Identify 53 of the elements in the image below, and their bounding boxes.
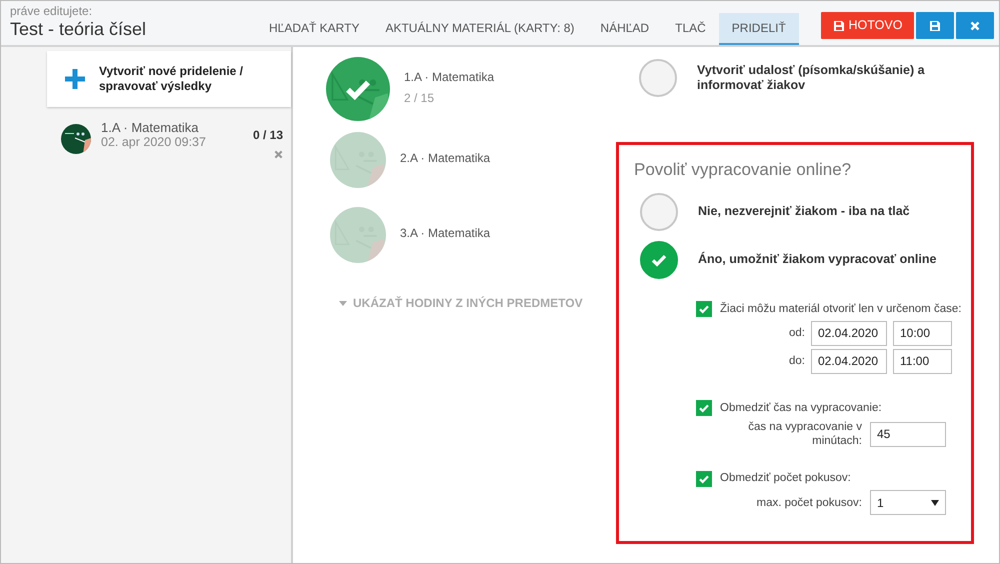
radio-button[interactable] [640, 240, 678, 278]
field-label: do: [789, 354, 805, 368]
save-icon [832, 20, 845, 32]
time-field[interactable]: 10:00 [893, 320, 952, 346]
attempts-dropdown[interactable]: 1 [870, 490, 946, 516]
class-name[interactable]: 1.A · Matematika [404, 70, 494, 84]
caret-icon [339, 300, 347, 306]
checkbox[interactable] [696, 301, 712, 318]
tab[interactable]: HĽADAŤ KARTY [256, 13, 372, 45]
plus-icon [65, 69, 85, 89]
assignment-name: 1.A · Matematika [101, 121, 200, 135]
close-icon [970, 20, 980, 30]
tab[interactable]: AKTUÁLNY MATERIÁL (KARTY: 8) [372, 13, 588, 45]
field-label: od: [789, 326, 805, 340]
setting-label: Obmedziť čas na vypracovanie: [720, 400, 882, 416]
class-name[interactable]: 3.A · Matematika [400, 226, 490, 240]
save-icon [929, 20, 941, 32]
panel-title: Povoliť vypracovanie online? [634, 159, 852, 181]
tab[interactable]: TLAČ [662, 13, 719, 45]
check-icon [698, 303, 710, 316]
create-assignment-card[interactable]: Vytvoriť nové pridelenie / spravovať výsledky [47, 51, 291, 107]
tab[interactable]: PRIDELIŤ [718, 13, 799, 45]
class-count: 2 / 15 [404, 90, 436, 107]
done-button[interactable]: HOTOVO [821, 12, 914, 39]
radio-button[interactable] [639, 59, 677, 97]
assignment-count: 0 / 13 [252, 127, 283, 144]
assignment-date: 02. apr 2020 09:37 [101, 135, 207, 149]
minutes-field[interactable]: 45 [870, 422, 946, 446]
time-field[interactable]: 11:00 [893, 348, 952, 374]
setting-label: Obmedziť počet pokusov: [720, 471, 851, 486]
setting-label: Žiaci môžu materiál otvoriť len v určenom čase: [720, 301, 962, 316]
option-label: Nie, nezverejniť žiakom - iba na tlač [698, 203, 910, 220]
field-label: čas na vypracovanie v minútach: [747, 420, 862, 448]
save-button[interactable] [916, 12, 954, 39]
class-name[interactable]: 2.A · Matematika [400, 151, 490, 165]
option-label: Vytvoriť udalosť (písomka/skúšanie) a informovať žiakov [697, 63, 926, 93]
tab[interactable]: NÁHĽAD [587, 13, 662, 45]
checkbox[interactable] [696, 400, 712, 416]
check-icon [698, 402, 710, 414]
document-title: Test - teória čísel [10, 18, 148, 40]
caret-icon [931, 500, 939, 506]
radio-button[interactable] [640, 192, 678, 230]
checkbox[interactable] [696, 470, 712, 487]
option-label: Áno, umožniť žiakom vypracovať online [698, 250, 936, 268]
delete-icon[interactable] [274, 150, 283, 159]
date-field[interactable]: 02.04.2020 [811, 348, 887, 374]
check-icon [698, 472, 710, 485]
create-assignment-label: Vytvoriť nové pridelenie / spravovať výsledky [99, 64, 244, 94]
close-button[interactable] [956, 12, 994, 39]
dropdown-value: 1 [877, 494, 884, 512]
field-label: max. počet pokusov: [756, 496, 862, 510]
edit-label: práve editujete: [10, 5, 94, 18]
date-field[interactable]: 02.04.2020 [811, 320, 887, 346]
